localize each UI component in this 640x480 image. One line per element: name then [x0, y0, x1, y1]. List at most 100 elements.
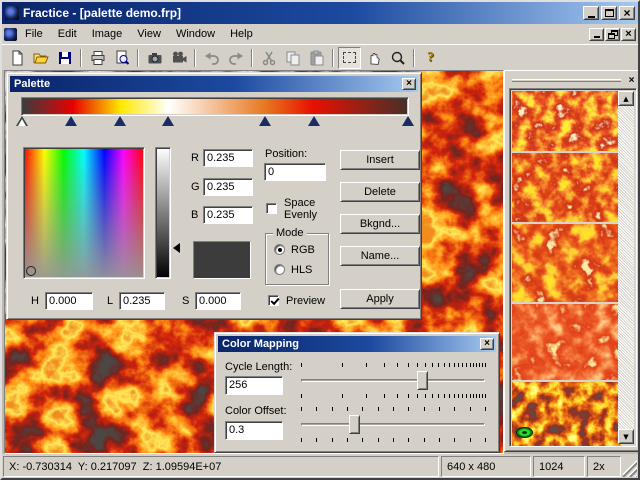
down-arrow-icon: ▼ [623, 432, 629, 441]
print-button[interactable] [86, 47, 109, 69]
name-button[interactable]: Name... [340, 246, 420, 266]
resize-grip[interactable] [623, 456, 637, 477]
scroll-down-button[interactable]: ▼ [618, 429, 634, 444]
undo-button[interactable] [200, 47, 223, 69]
thumbnail-scrollbar[interactable]: ▲ ▼ [618, 91, 634, 444]
cycle-length-label: Cycle Length: [225, 361, 293, 373]
hue-saturation-picker[interactable] [23, 147, 145, 279]
rgb-radio[interactable] [274, 244, 285, 255]
position-label: Position: [265, 148, 308, 160]
preview-panel: × ▲ ▼ [504, 70, 638, 452]
paste-button[interactable] [305, 47, 328, 69]
mdi-minimize-button[interactable] [589, 27, 604, 41]
gradient-marker[interactable] [307, 116, 320, 126]
close-button[interactable]: × [619, 6, 635, 20]
selection-rectangle-icon [343, 52, 356, 63]
hls-radio[interactable] [274, 264, 285, 275]
fractal-thumbnail[interactable] [512, 224, 622, 302]
paste-icon [310, 50, 323, 65]
color-mapping-titlebar[interactable]: Color Mapping × [218, 336, 496, 352]
color-mapping-title: Color Mapping [222, 338, 299, 350]
slider-track [301, 423, 485, 426]
slider-thumb[interactable] [417, 371, 429, 390]
up-arrow-icon: ▲ [623, 94, 629, 103]
mdi-client-area: Palette × R 0.235 G 0.235 B 0.235 H 0.00… [2, 70, 638, 454]
space-evenly-checkbox[interactable] [266, 203, 277, 214]
print-preview-button[interactable] [110, 47, 133, 69]
copy-button[interactable] [281, 47, 304, 69]
gradient-marker[interactable] [65, 116, 78, 126]
maximize-button[interactable] [601, 6, 617, 20]
current-color-swatch [193, 241, 251, 279]
select-tool-button[interactable] [338, 46, 361, 69]
menu-window[interactable]: Window [169, 26, 222, 42]
pan-tool-button[interactable] [362, 47, 385, 69]
scroll-up-button[interactable]: ▲ [618, 91, 634, 106]
fractal-thumbnail[interactable] [512, 304, 622, 380]
s-label: S [182, 295, 190, 307]
b-field[interactable]: 0.235 [203, 206, 253, 224]
record-button[interactable] [167, 47, 190, 69]
status-coordinates: X: -0.730314 Y: 0.217097 Z: 1.09594E+07 [3, 456, 439, 477]
new-button[interactable] [5, 47, 28, 69]
picker-selection-marker [26, 266, 36, 276]
gradient-marker-selected[interactable] [16, 116, 29, 126]
mdi-restore-button[interactable] [605, 27, 620, 41]
menu-file[interactable]: File [18, 26, 50, 42]
save-button[interactable] [53, 47, 76, 69]
snapshot-button[interactable] [143, 47, 166, 69]
zoom-tool-button[interactable] [386, 47, 409, 69]
cycle-length-field[interactable]: 256 [225, 376, 283, 395]
luminance-bar[interactable] [155, 147, 171, 279]
preview-checkbox[interactable] [268, 295, 279, 306]
menu-view[interactable]: View [130, 26, 168, 42]
g-field[interactable]: 0.235 [203, 178, 253, 196]
menu-help[interactable]: Help [223, 26, 260, 42]
open-button[interactable] [29, 47, 52, 69]
visibility-eye-icon[interactable] [516, 427, 533, 438]
redo-button[interactable] [224, 47, 247, 69]
palette-close-button[interactable]: × [402, 78, 416, 90]
gradient-marker[interactable] [401, 116, 414, 126]
gradient-marker[interactable] [259, 116, 272, 126]
slider-thumb[interactable] [349, 415, 361, 434]
position-field[interactable]: 0 [264, 163, 326, 181]
delete-button[interactable]: Delete [340, 182, 420, 202]
gradient-marker[interactable] [162, 116, 175, 126]
mdi-close-button[interactable]: × [621, 27, 636, 41]
gradient-bar[interactable] [21, 97, 409, 116]
l-field[interactable]: 0.235 [119, 292, 165, 310]
minimize-icon [587, 15, 595, 18]
space-evenly-label-line2: Evenly [284, 209, 318, 221]
r-field[interactable]: 0.235 [203, 149, 253, 167]
bkgnd-button[interactable]: Bkgnd... [340, 214, 420, 234]
gradient-marker-row[interactable] [16, 116, 414, 127]
s-field[interactable]: 0.000 [195, 292, 241, 310]
minimize-icon [593, 36, 600, 38]
g-label: G [191, 181, 200, 193]
menu-edit[interactable]: Edit [51, 26, 84, 42]
panel-close-button[interactable]: × [625, 75, 638, 86]
color-offset-field[interactable]: 0.3 [225, 421, 283, 440]
status-image-size: 640 x 480 [441, 456, 531, 477]
app-window: Fractice - [palette demo.frp] × File Edi… [0, 0, 640, 480]
fractal-thumbnail[interactable] [512, 91, 622, 151]
palette-dialog-titlebar[interactable]: Palette × [10, 76, 418, 92]
cycle-length-slider[interactable] [301, 363, 486, 398]
menu-image[interactable]: Image [85, 26, 130, 42]
panel-drag-gripper[interactable] [512, 78, 621, 82]
mode-groupbox: Mode RGB HLS [265, 227, 329, 285]
fractal-thumbnail[interactable] [512, 153, 622, 222]
luminance-marker[interactable] [173, 242, 180, 253]
gradient-marker[interactable] [113, 116, 126, 126]
help-button[interactable]: ? [419, 47, 442, 69]
cut-button[interactable] [257, 47, 280, 69]
apply-button[interactable]: Apply [340, 289, 420, 309]
insert-button[interactable]: Insert [340, 150, 420, 170]
color-offset-slider[interactable] [301, 407, 486, 442]
mdi-child-icon[interactable] [4, 27, 17, 41]
h-field[interactable]: 0.000 [45, 292, 93, 310]
thumbnail-list: ▲ ▼ [509, 88, 637, 447]
minimize-button[interactable] [583, 6, 599, 20]
color-mapping-close-button[interactable]: × [480, 338, 494, 350]
